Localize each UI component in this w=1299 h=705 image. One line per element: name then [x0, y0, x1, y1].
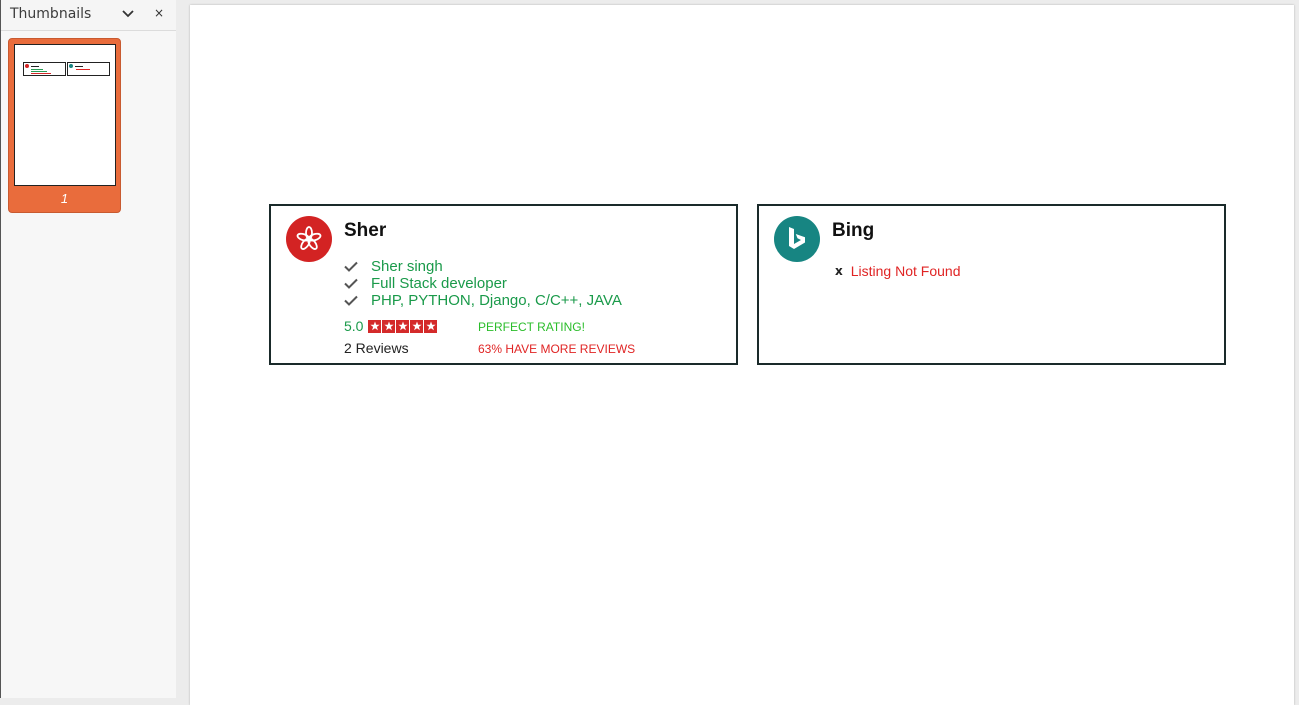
checkmark-icon: [344, 278, 358, 290]
star-icon: [410, 319, 424, 333]
sidebar-header: Thumbnails ×: [1, 0, 176, 31]
checkmark-icon: [344, 261, 358, 273]
list-item: Full Stack developer: [344, 275, 622, 292]
detail-text: PHP, PYTHON, Django, C/C++, JAVA: [371, 292, 622, 309]
status-text: Listing Not Found: [850, 263, 961, 279]
listing-card-sher: Sher Sher singh Full Stack developer PHP…: [269, 204, 738, 365]
thumbnail-mini-card: [67, 62, 110, 76]
close-icon[interactable]: ×: [150, 4, 168, 22]
detail-text: Full Stack developer: [371, 275, 507, 292]
checkmark-icon: [344, 295, 358, 307]
review-count: 2 Reviews: [344, 340, 409, 356]
star-icon: [396, 319, 410, 333]
rating-note: PERFECT RATING!: [478, 320, 585, 334]
reviews-note: 63% HAVE MORE REVIEWS: [478, 342, 636, 356]
thumbnail-page-number: 1: [60, 191, 69, 206]
rating-value: 5.0: [344, 318, 364, 334]
rating: 5.0: [344, 318, 438, 334]
bing-icon: [774, 216, 820, 262]
thumbnail-page-preview: [14, 44, 116, 186]
yelp-icon: [286, 216, 332, 262]
star-icon: [368, 319, 382, 333]
document-page: Sher Sher singh Full Stack developer PHP…: [190, 5, 1294, 705]
thumbnail-mini-card: [23, 62, 66, 76]
listing-name: Sher: [344, 220, 387, 241]
listing-name: Bing: [832, 220, 875, 241]
star-icon: [424, 319, 438, 333]
detail-text: Sher singh: [371, 258, 443, 275]
list-item: PHP, PYTHON, Django, C/C++, JAVA: [344, 292, 622, 309]
listing-card-bing: Bing x Listing Not Found: [757, 204, 1226, 365]
page-thumbnail[interactable]: 1: [8, 38, 121, 213]
listing-status: x Listing Not Found: [835, 263, 960, 279]
sidebar-title: Thumbnails: [10, 6, 92, 22]
star-icon: [382, 319, 396, 333]
chevron-down-icon[interactable]: [118, 4, 138, 24]
cross-icon: x: [835, 264, 843, 278]
list-item: Sher singh: [344, 258, 622, 275]
star-rating: [368, 319, 438, 333]
thumbnails-sidebar: Thumbnails × 1: [0, 0, 176, 698]
listing-details: Sher singh Full Stack developer PHP, PYT…: [344, 258, 622, 309]
